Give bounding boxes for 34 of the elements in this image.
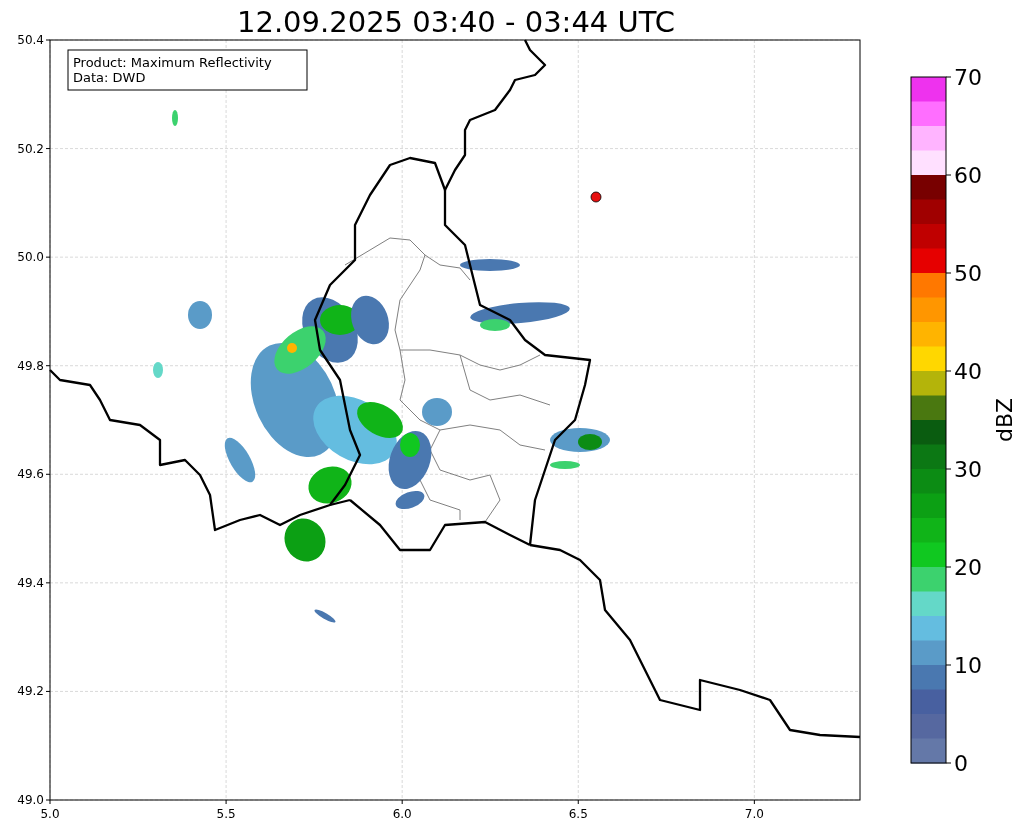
y-tick-label: 50.2 [17,141,44,156]
y-tick-label: 50.4 [17,33,44,47]
y-tick-label: 50.0 [17,250,44,265]
x-tick-label: 6.5 [568,807,588,821]
x-tick-label: 6.0 [392,807,412,821]
y-tick-label: 49.0 [17,793,44,807]
x-tick-label: 5.0 [40,807,60,821]
colorbar-tick-label: 20 [954,555,982,580]
radar-echo [284,518,326,562]
y-tick-label: 49.8 [17,358,44,373]
info-text: Data: DWD [73,70,146,85]
radar-echo [314,609,336,623]
colorbar-tick-label: 70 [954,65,982,90]
colorbar-tick-label: 50 [954,261,982,286]
colorbar-tick-label: 30 [954,457,982,482]
radar-echo [153,362,163,378]
radar-echo [188,301,212,329]
radar-echo [460,259,520,271]
colorbar-tick-label: 0 [954,751,968,776]
x-tick-label: 7.0 [744,807,764,821]
radar-echo [550,461,580,469]
colorbar-tick-label: 10 [954,653,982,678]
x-tick-label: 5.5 [216,807,236,821]
y-tick-label: 49.6 [17,467,44,482]
radar-echo [422,398,452,426]
y-tick-label: 49.4 [17,575,44,590]
chart-title: 12.09.2025 03:40 - 03:44 UTC [237,5,675,39]
colorbar-label: dBZ [992,397,1017,443]
colorbar-tick-label: 60 [954,163,982,188]
colorbar-tick-label: 40 [954,359,982,384]
y-tick-label: 49.2 [17,684,44,699]
radar-echo [172,110,178,126]
info-text: Product: Maximum Reflectivity [73,55,272,70]
location-marker [590,191,602,203]
